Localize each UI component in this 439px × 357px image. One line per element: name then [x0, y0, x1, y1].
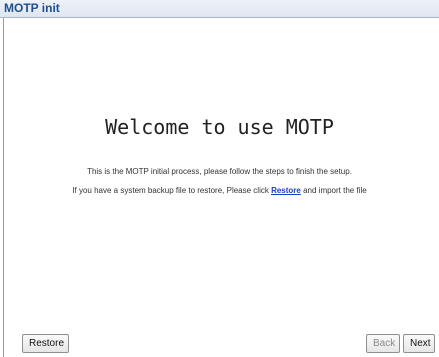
welcome-heading: Welcome to use MOTP	[105, 115, 334, 139]
restore-instructions: If you have a system backup file to rest…	[0, 186, 439, 195]
restore-link[interactable]: Restore	[271, 186, 301, 195]
motp-init-window: MOTP init Welcome to use MOTP This is th…	[0, 0, 439, 357]
back-button[interactable]: Back	[366, 334, 400, 353]
restore-button[interactable]: Restore	[22, 334, 69, 353]
restore-instructions-suffix: and import the file	[300, 186, 367, 195]
title-bar: MOTP init	[0, 0, 439, 18]
window-title: MOTP init	[4, 1, 60, 15]
intro-text: This is the MOTP initial process, please…	[87, 167, 352, 176]
restore-instructions-prefix: If you have a system backup file to rest…	[72, 186, 272, 195]
next-button[interactable]: Next	[403, 334, 435, 353]
